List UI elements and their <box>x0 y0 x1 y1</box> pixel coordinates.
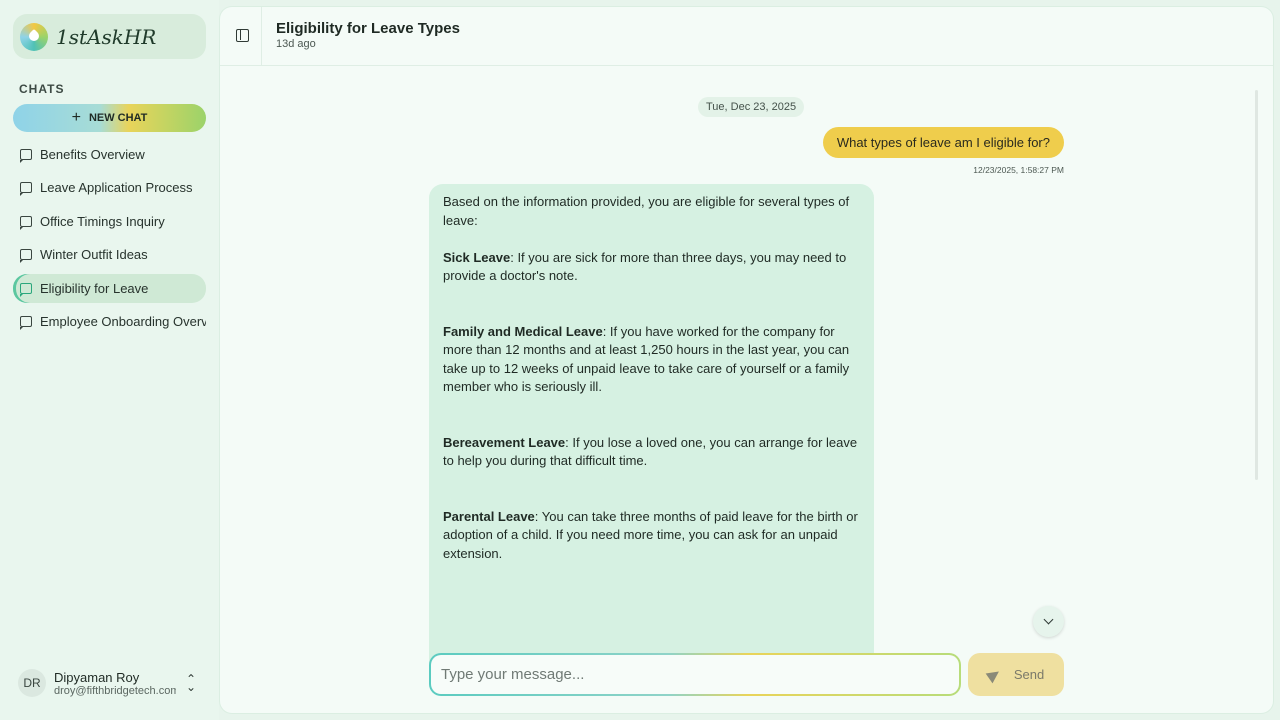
chat-bubble-icon <box>20 315 32 330</box>
chat-list-item[interactable]: Office Timings Inquiry <box>13 207 206 236</box>
chevron-down-icon <box>1043 614 1054 625</box>
message-timestamp: 12/23/2025, 1:58:27 PM <box>973 165 1064 175</box>
chat-list-item[interactable]: Winter Outfit Ideas <box>13 240 206 269</box>
chat-panel: Eligibility for Leave Types 13d ago Tue,… <box>220 7 1273 713</box>
send-label: Send <box>1013 667 1045 682</box>
leave-item: Family and Medical Leave: If you have wo… <box>443 323 860 397</box>
leave-item: Bereavement Leave: If you lose a loved o… <box>443 434 860 471</box>
app-name: 1stAskHR <box>56 24 157 49</box>
date-separator: Tue, Dec 23, 2025 <box>698 97 805 117</box>
chat-list: Benefits Overview Leave Application Proc… <box>13 140 206 340</box>
chat-item-label: Office Timings Inquiry <box>40 213 165 229</box>
user-name: Dipyaman Roy <box>54 669 140 685</box>
chat-bubble-icon <box>20 149 32 163</box>
user-message: What types of leave am I eligible for? <box>822 127 1064 158</box>
chats-section-label: CHATS <box>19 82 65 96</box>
chat-list-item[interactable]: Employee Onboarding Overview <box>13 307 206 336</box>
chat-item-label: Eligibility for Leave <box>40 280 149 296</box>
chat-list-item[interactable]: Benefits Overview <box>13 140 206 169</box>
assistant-message: Based on the information provided, you a… <box>429 184 874 664</box>
scrollbar[interactable] <box>1255 90 1258 480</box>
brand[interactable]: 1stAskHR <box>13 14 206 59</box>
chat-list-item[interactable]: Leave Application Process <box>13 173 206 202</box>
logo-icon <box>20 22 48 51</box>
user-info: Dipyaman Roy droy@fifthbridgetech.com <box>54 670 176 697</box>
plus-icon: + <box>71 109 81 126</box>
chat-bubble-icon <box>20 249 32 264</box>
user-email: droy@fifthbridgetech.com <box>54 684 176 697</box>
chat-bubble-icon <box>20 182 32 197</box>
leave-item-title: Bereavement Leave <box>443 434 566 450</box>
chat-item-label: Winter Outfit Ideas <box>40 247 148 263</box>
chat-list-item-active[interactable]: Eligibility for Leave <box>13 273 206 303</box>
sidebar-toggle-icon[interactable] <box>236 29 249 42</box>
leave-item: Parental Leave: You can take three month… <box>443 508 860 564</box>
send-button[interactable]: Send <box>968 653 1064 696</box>
message-input[interactable] <box>431 655 959 694</box>
new-chat-label: NEW CHAT <box>88 112 148 124</box>
chat-item-label: Benefits Overview <box>40 147 145 162</box>
user-profile[interactable]: DR Dipyaman Roy droy@fifthbridgetech.com… <box>13 664 206 702</box>
header-divider <box>261 7 262 66</box>
chat-header: Eligibility for Leave Types 13d ago <box>220 7 1273 66</box>
sidebar: 1stAskHR CHATS + NEW CHAT Benefits Overv… <box>0 0 219 720</box>
chat-item-label: Leave Application Process <box>40 180 193 196</box>
chat-bubble-icon <box>20 215 32 230</box>
leave-item-title: Sick Leave <box>443 249 511 265</box>
new-chat-button[interactable]: + NEW CHAT <box>13 104 206 132</box>
leave-item: Sick Leave: If you are sick for more tha… <box>443 249 860 286</box>
assistant-intro: Based on the information provided, you a… <box>443 194 850 228</box>
message-input-wrapper <box>429 653 961 696</box>
avatar: DR <box>18 669 46 697</box>
page-title: Eligibility for Leave Types <box>276 20 460 37</box>
leave-item-title: Family and Medical Leave <box>443 323 603 339</box>
chat-item-label: Employee Onboarding Overview <box>40 313 206 329</box>
chat-bubble-icon <box>20 282 32 297</box>
leave-item-title: Parental Leave <box>443 508 535 524</box>
page-subtitle: 13d ago <box>276 38 316 50</box>
chevron-up-down-icon[interactable]: ⌃ ⌄ <box>186 673 196 693</box>
scroll-to-bottom-button[interactable] <box>1033 606 1064 637</box>
send-icon <box>985 666 1003 683</box>
